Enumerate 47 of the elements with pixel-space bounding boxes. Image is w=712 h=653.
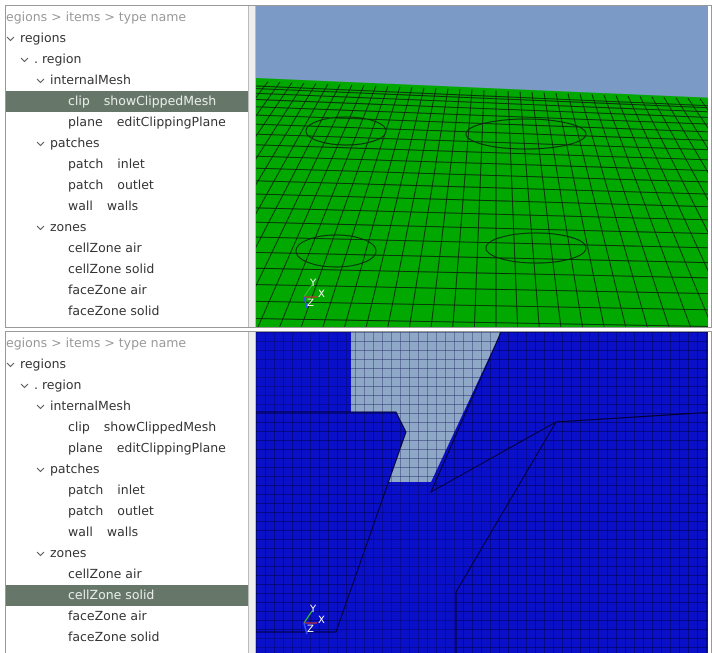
chevron-icon[interactable] <box>36 78 45 84</box>
tree-item[interactable]: faceZone air <box>6 280 248 301</box>
tree-item[interactable]: patch inlet <box>6 480 248 501</box>
chevron-icon[interactable] <box>36 140 45 146</box>
tree-item[interactable]: clip showClippedMesh <box>6 417 248 438</box>
tree-item[interactable]: internalMesh <box>6 70 248 91</box>
tree-item[interactable]: zones <box>6 217 248 238</box>
chevron-icon[interactable] <box>6 36 15 42</box>
axis-label: Y <box>310 279 316 289</box>
splitter-handle[interactable] <box>249 6 256 327</box>
tree-item[interactable]: cellZone air <box>6 238 248 259</box>
chevron-icon[interactable] <box>36 404 45 410</box>
tree-item[interactable]: faceZone air <box>6 606 248 627</box>
chevron-icon[interactable] <box>36 550 45 556</box>
chevron-icon[interactable] <box>6 362 15 368</box>
tree-item[interactable]: plane editClippingPlane <box>6 438 248 459</box>
tree-item[interactable]: patches <box>6 133 248 154</box>
mesh-render-drawing[interactable] <box>256 332 708 653</box>
tree-item[interactable]: clip showClippedMesh <box>6 91 248 112</box>
tree-item[interactable]: . region <box>6 49 248 70</box>
tree-item[interactable]: faceZone solid <box>6 301 248 322</box>
tree-item[interactable]: wall walls <box>6 196 248 217</box>
tree-item[interactable]: patch outlet <box>6 501 248 522</box>
axis-label: X <box>318 290 325 300</box>
chevron-icon[interactable] <box>20 382 29 388</box>
chevron-icon[interactable] <box>36 224 45 230</box>
tree-item[interactable]: faceZone solid <box>6 627 248 648</box>
tree-item[interactable]: plane editClippingPlane <box>6 112 248 133</box>
splitter-handle[interactable] <box>249 332 256 653</box>
chevron-icon[interactable] <box>20 56 29 62</box>
chevron-icon[interactable] <box>36 466 45 472</box>
tree-item[interactable]: . region <box>6 375 248 396</box>
tree-item[interactable]: patch outlet <box>6 175 248 196</box>
breadcrumb: egions > items > type name <box>6 8 188 26</box>
tree-item[interactable]: regions <box>6 28 248 49</box>
tree-item[interactable]: cellZone solid <box>6 585 248 606</box>
tree-item[interactable]: patches <box>6 459 248 480</box>
tree-item[interactable]: internalMesh <box>6 396 248 417</box>
tree-item[interactable]: wall walls <box>6 522 248 543</box>
breadcrumb: egions > items > type name <box>6 334 188 352</box>
tree-item[interactable]: regions <box>6 354 248 375</box>
tree-item[interactable]: zones <box>6 543 248 564</box>
tree-item[interactable]: patch inlet <box>6 154 248 175</box>
axis-label: Z <box>307 299 314 309</box>
tree-item[interactable]: cellZone solid <box>6 259 248 280</box>
mesh-render-drawing[interactable] <box>256 6 708 327</box>
tree-item[interactable]: cellZone air <box>6 564 248 585</box>
